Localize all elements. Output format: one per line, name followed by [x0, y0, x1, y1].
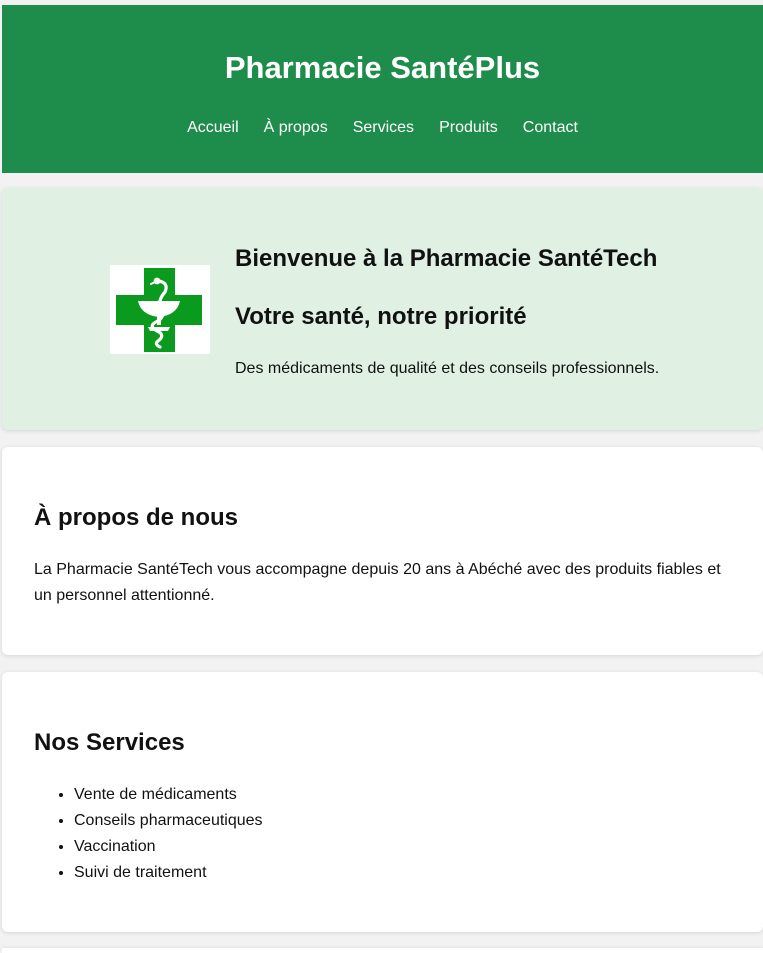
nav-link-services[interactable]: Services: [353, 118, 414, 138]
pharmacy-cross-caduceus-icon: [110, 265, 210, 354]
about-section: À propos de nous La Pharmacie SantéTech …: [2, 447, 763, 655]
hero-subtitle: Votre santé, notre priorité: [235, 303, 527, 330]
main-nav: Accueil À propos Services Produits Conta…: [2, 118, 763, 138]
nav-link-a-propos[interactable]: À propos: [264, 118, 328, 138]
about-text: La Pharmacie SantéTech vous accompagne d…: [34, 561, 721, 604]
nav-link-contact[interactable]: Contact: [523, 118, 578, 138]
site-header: Pharmacie SantéPlus Accueil À propos Ser…: [2, 5, 763, 173]
site-title: Pharmacie SantéPlus: [224, 50, 541, 85]
nav-link-produits[interactable]: Produits: [439, 118, 498, 138]
page: Pharmacie SantéPlus Accueil À propos Ser…: [0, 0, 763, 953]
list-item: Suivi de traitement: [74, 860, 263, 886]
hero-description: Des médicaments de qualité et des consei…: [235, 360, 660, 377]
about-title: À propos de nous: [34, 504, 238, 531]
services-list: Vente de médicaments Conseils pharmaceut…: [34, 782, 263, 886]
hero-title: Bienvenue à la Pharmacie SantéTech: [235, 245, 658, 272]
services-title: Nos Services: [34, 729, 185, 756]
nav-link-accueil[interactable]: Accueil: [187, 118, 239, 138]
list-item: Conseils pharmaceutiques: [74, 808, 263, 834]
next-section-edge: [2, 948, 763, 953]
list-item: Vaccination: [74, 834, 263, 860]
list-item: Vente de médicaments: [74, 782, 263, 808]
hero-section: Bienvenue à la Pharmacie SantéTech Votre…: [2, 188, 763, 430]
hero-text: Bienvenue à la Pharmacie SantéTech Votre…: [235, 243, 659, 379]
services-section: Nos Services Vente de médicaments Consei…: [2, 672, 763, 932]
